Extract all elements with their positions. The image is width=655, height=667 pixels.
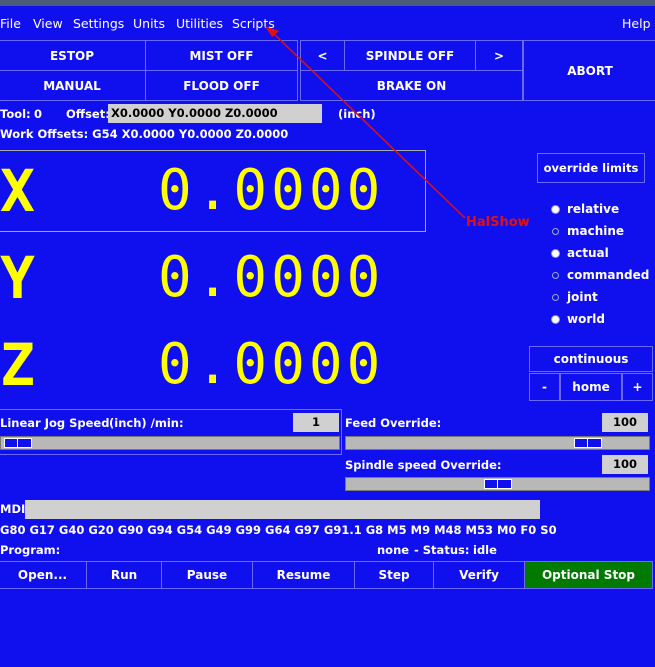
annotation-label: HalShow [466,215,530,230]
annotation-arrow [265,26,466,219]
